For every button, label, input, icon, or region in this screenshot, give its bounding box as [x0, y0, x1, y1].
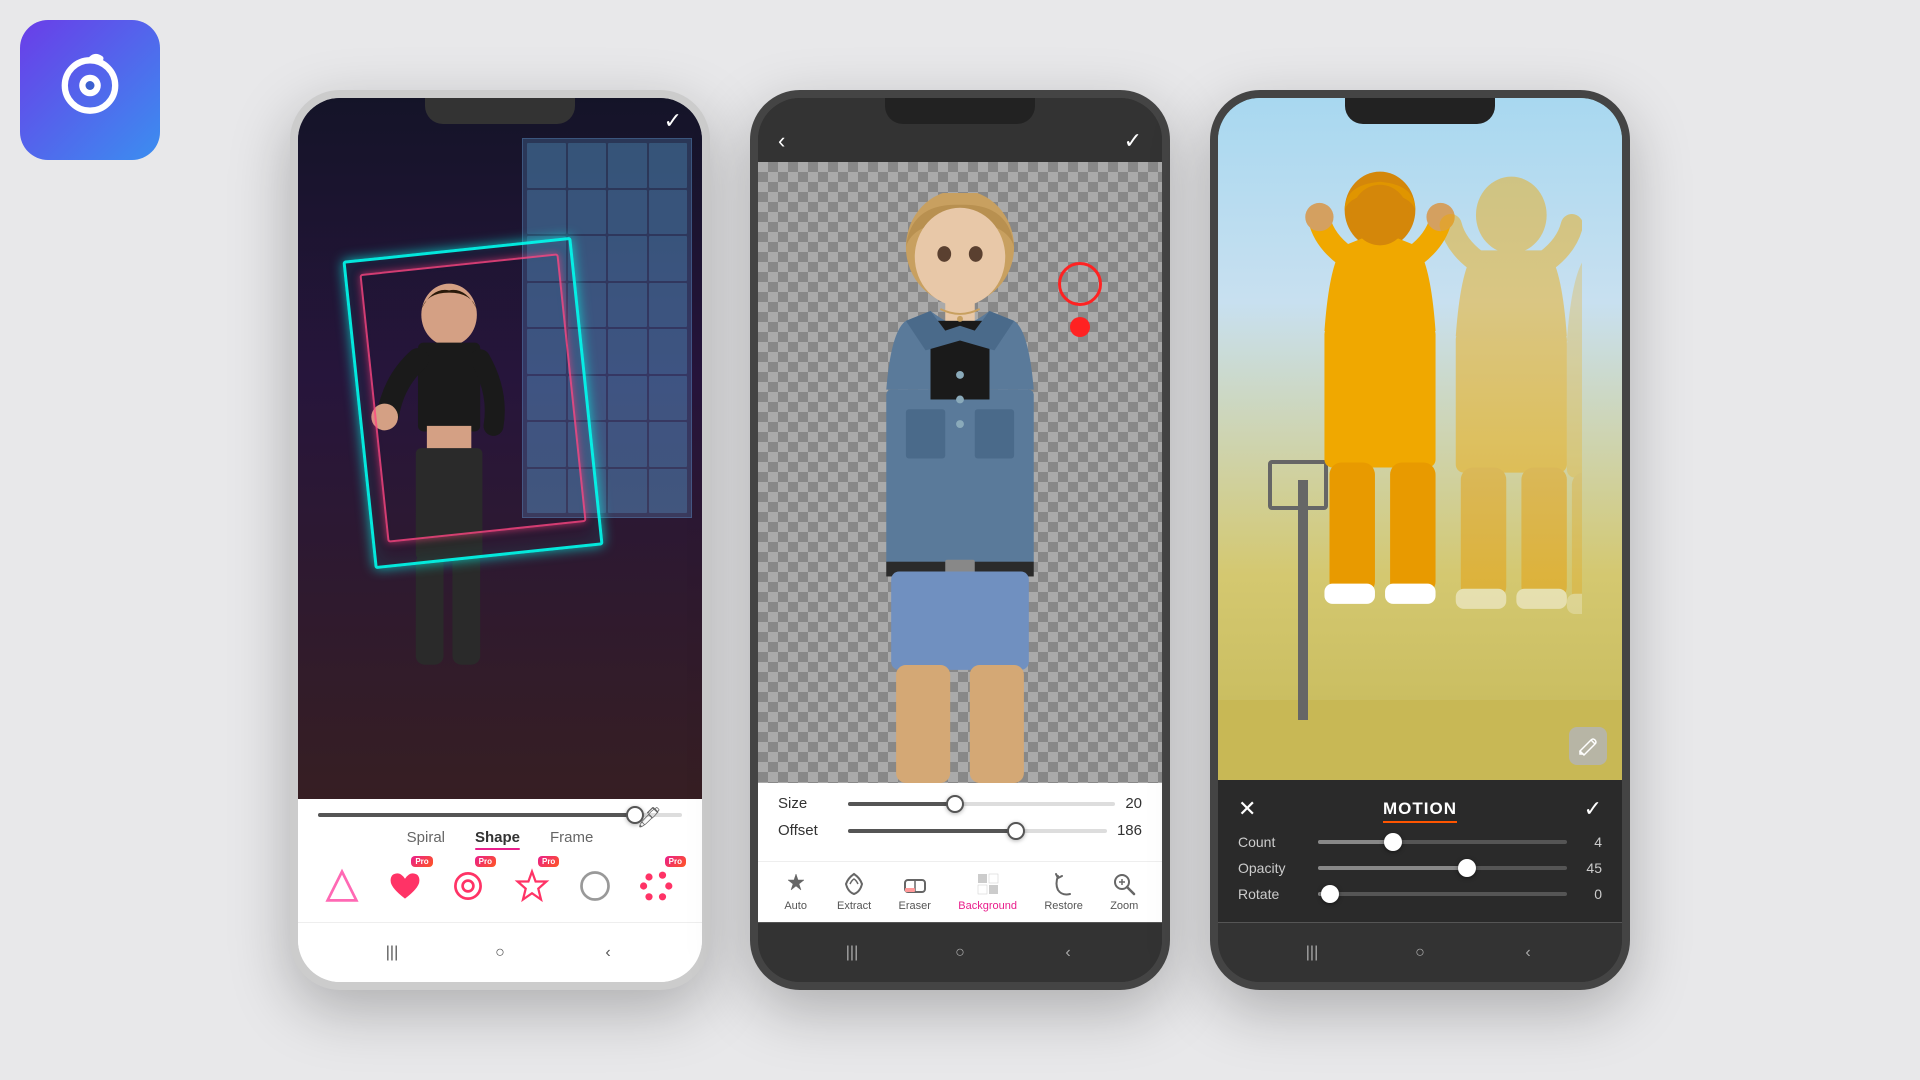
phone3-circle-icon[interactable]: ○	[1408, 941, 1432, 965]
phone1-screen: ✓ 🖊 Spiral Shape Frame	[298, 98, 702, 922]
neon-rect-inner	[359, 253, 586, 542]
toolbar-background[interactable]: Background	[958, 870, 1017, 912]
phone1-slider-row: 🖊	[298, 809, 702, 821]
phone1: ✓ 🖊 Spiral Shape Frame	[290, 90, 710, 990]
offset-slider[interactable]	[848, 829, 1107, 833]
toolbar-auto[interactable]: Auto	[782, 870, 810, 912]
count-value: 4	[1577, 834, 1602, 850]
opacity-slider[interactable]	[1318, 866, 1567, 870]
phone1-home-icon[interactable]: |||	[380, 941, 404, 965]
shape-circle-outline[interactable]: Pro	[445, 860, 492, 912]
toolbar-eraser-label: Eraser	[899, 900, 931, 912]
phone2-toolbar: Auto Extract Eraser	[758, 861, 1162, 922]
toolbar-zoom[interactable]: Zoom	[1110, 870, 1138, 912]
motion-title: MOTION	[1383, 799, 1457, 819]
phone3-controls: ✕ MOTION ✓ Count 4 Opacity	[1218, 780, 1622, 922]
count-label: Count	[1238, 834, 1308, 850]
tab-spiral[interactable]: Spiral	[407, 829, 445, 846]
phone2-sliders: Size 20 Offset 186	[758, 783, 1162, 861]
phone2-notch	[885, 98, 1035, 124]
size-slider[interactable]	[848, 802, 1115, 806]
count-row: Count 4	[1238, 834, 1602, 850]
toolbar-extract[interactable]: Extract	[837, 870, 871, 912]
phone3: ✕ MOTION ✓ Count 4 Opacity	[1210, 90, 1630, 990]
phone1-circle-icon[interactable]: ○	[488, 941, 512, 965]
main-container: ✓ 🖊 Spiral Shape Frame	[0, 0, 1920, 1080]
phone2-screen: Size 20 Offset 186	[758, 162, 1162, 922]
toolbar-background-label: Background	[958, 900, 1017, 912]
phone1-checkmark[interactable]: ✓	[664, 108, 682, 134]
phone2-bottom-bar: ||| ○ ‹	[758, 922, 1162, 982]
phone3-bottom-bar: ||| ○ ‹	[1218, 922, 1622, 982]
toolbar-restore[interactable]: Restore	[1044, 870, 1083, 912]
motion-check-button[interactable]: ✓	[1584, 796, 1602, 822]
toolbar-auto-label: Auto	[784, 900, 807, 912]
phone3-home-icon[interactable]: |||	[1300, 941, 1324, 965]
shape-dots[interactable]: Pro	[635, 860, 682, 912]
phone1-shapes: Pro Pro Pro	[298, 852, 702, 922]
size-control-row: Size 20	[778, 795, 1142, 812]
tab-shape[interactable]: Shape	[475, 829, 520, 846]
phone1-notch	[425, 98, 575, 124]
phone2-person	[819, 193, 1102, 783]
phone2-back-icon[interactable]: ‹	[1056, 941, 1080, 965]
motion-close-button[interactable]: ✕	[1238, 796, 1256, 822]
phone2: ‹ ✓	[750, 90, 1170, 990]
rotate-value: 0	[1577, 886, 1602, 902]
count-slider[interactable]	[1318, 840, 1567, 844]
phone2-image	[758, 162, 1162, 783]
offset-value: 186	[1117, 822, 1142, 839]
phone3-person-main	[1279, 122, 1582, 722]
shape-triangle[interactable]	[318, 860, 365, 912]
phone1-controls: 🖊 Spiral Shape Frame Pro	[298, 799, 702, 922]
rotate-label: Rotate	[1238, 886, 1308, 902]
toolbar-extract-label: Extract	[837, 900, 871, 912]
opacity-value: 45	[1577, 860, 1602, 876]
eraser-icon[interactable]: 🖊	[637, 805, 662, 830]
phone1-slider-track[interactable]: 🖊	[318, 813, 682, 817]
phone3-screen: ✕ MOTION ✓ Count 4 Opacity	[1218, 98, 1622, 922]
phone2-home-icon[interactable]: |||	[840, 941, 864, 965]
shape-ring[interactable]	[571, 860, 618, 912]
phone3-image	[1218, 98, 1622, 780]
offset-label: Offset	[778, 822, 838, 839]
phone2-back-button[interactable]: ‹	[778, 128, 785, 154]
phone1-image: ✓	[298, 98, 702, 799]
app-icon[interactable]	[20, 20, 160, 160]
phone3-notch	[1345, 98, 1495, 124]
shape-heart[interactable]: Pro	[381, 860, 428, 912]
size-value: 20	[1125, 795, 1142, 812]
toolbar-zoom-label: Zoom	[1110, 900, 1138, 912]
toolbar-restore-label: Restore	[1044, 900, 1083, 912]
opacity-label: Opacity	[1238, 860, 1308, 876]
phone1-bottom-bar: ||| ○ ‹	[298, 922, 702, 982]
phone2-check-button[interactable]: ✓	[1124, 128, 1142, 154]
size-label: Size	[778, 795, 838, 812]
toolbar-eraser[interactable]: Eraser	[899, 870, 931, 912]
tab-frame[interactable]: Frame	[550, 829, 593, 846]
phone2-circle-icon[interactable]: ○	[948, 941, 972, 965]
offset-control-row: Offset 186	[778, 822, 1142, 839]
phone3-edit-button[interactable]	[1569, 727, 1607, 765]
opacity-row: Opacity 45	[1238, 860, 1602, 876]
rotate-slider[interactable]	[1318, 892, 1567, 896]
rotate-row: Rotate 0	[1238, 886, 1602, 902]
motion-header: ✕ MOTION ✓	[1238, 790, 1602, 834]
phone1-back-icon[interactable]: ‹	[596, 941, 620, 965]
shape-star[interactable]: Pro	[508, 860, 555, 912]
phone3-back-icon[interactable]: ‹	[1516, 941, 1540, 965]
